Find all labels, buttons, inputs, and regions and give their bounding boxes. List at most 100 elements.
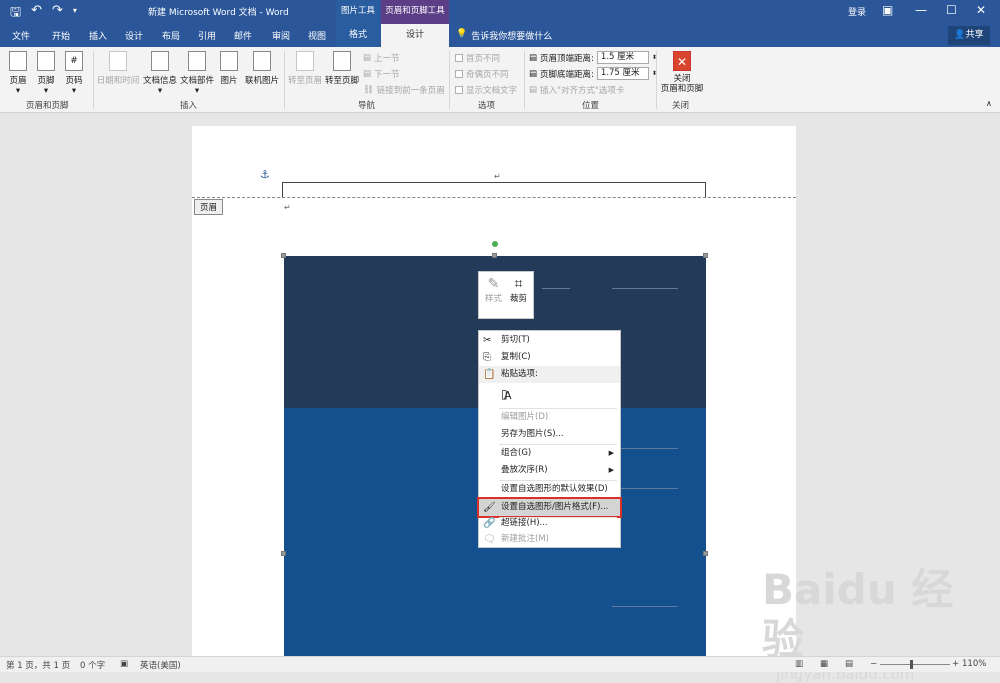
header-top-input[interactable]: 1.5 厘米 (596, 51, 649, 64)
picture-line (612, 606, 678, 607)
resize-handle[interactable] (703, 253, 708, 258)
menu-save-as-picture[interactable]: 另存为图片(S)... (479, 426, 620, 443)
watermark: Baidu 经验 jingyan.baidu.com (762, 565, 992, 683)
tab-view[interactable]: 视图 (308, 29, 326, 42)
tab-format[interactable]: 格式 (336, 24, 380, 47)
menu-cut-label: 剪切(T) (501, 335, 530, 345)
share-button[interactable]: 👤共享 (948, 26, 990, 45)
next-section-button[interactable]: ▤ 下一节 (363, 68, 400, 80)
resize-handle[interactable] (281, 253, 286, 258)
diff-first-checkbox[interactable]: 首页不同 (455, 52, 500, 64)
footer-label: 页脚 (37, 76, 55, 86)
date-time-label: 日期和时间 (96, 76, 140, 86)
document-page[interactable]: ⚓ ↵ 页眉 ↵ ✎ 样式 ⌗ 裁剪 ✂ 剪切(T) ⎘ 复制(C) 📋 粘贴选项: ▯ A… (192, 126, 796, 656)
collapse-ribbon-icon[interactable]: ∧ (986, 99, 992, 108)
menu-format-picture[interactable]: 🖌 设置自选图形/图片格式(F)... (477, 497, 622, 518)
online-picture-button[interactable]: 联机图片 (243, 51, 281, 86)
header-button[interactable]: 页眉 ▾ (6, 51, 30, 96)
style-button[interactable]: ✎ 样式 (485, 276, 502, 304)
copy-icon: ⎘ (483, 352, 491, 363)
tab-mailings[interactable]: 邮件 (234, 29, 252, 42)
prev-section-button[interactable]: ▤ 上一节 (363, 52, 400, 64)
crop-button[interactable]: ⌗ 裁剪 (510, 276, 527, 304)
menu-order[interactable]: 叠放次序(R) ▶ (479, 462, 620, 479)
menu-order-label: 叠放次序(R) (501, 465, 548, 475)
customize-qat-icon[interactable]: ▾ (73, 6, 77, 25)
quick-access-toolbar: 🖫 ↶ ↷ ▾ (10, 3, 77, 25)
tab-insert[interactable]: 插入 (89, 29, 107, 42)
menu-format-picture-label: 设置自选图形/图片格式(F)... (501, 502, 609, 512)
date-time-button[interactable]: 日期和时间 (96, 51, 140, 86)
footer-button[interactable]: 页脚 ▾ (34, 51, 58, 96)
menu-default-effect-label: 设置自选图形的默认效果(D) (501, 484, 608, 494)
login-link[interactable]: 登录 (848, 5, 866, 18)
insert-align-tab-button[interactable]: ▤ 插入"对齐方式"选项卡 (529, 84, 624, 96)
tab-references[interactable]: 引用 (198, 29, 216, 42)
page-count[interactable]: 第 1 页，共 1 页 (6, 659, 70, 671)
picture-button[interactable]: 图片 (219, 51, 239, 86)
goto-footer-button[interactable]: 转至页脚 (324, 51, 360, 86)
menu-hyperlink-label: 超链接(H)... (501, 518, 548, 528)
print-layout-icon[interactable]: ▦ (820, 659, 828, 669)
menu-copy-label: 复制(C) (501, 352, 531, 362)
ribbon-display-icon[interactable]: ▣ (882, 3, 893, 17)
web-layout-icon[interactable]: ▤ (845, 659, 853, 669)
menu-hyperlink[interactable]: 🔗 超链接(H)... (479, 515, 620, 532)
paragraph-mark: ↵ (494, 172, 501, 181)
tab-design-doc[interactable]: 设计 (125, 29, 143, 42)
menu-paste-picture[interactable]: ▯ A (479, 384, 620, 406)
zoom-in-icon[interactable]: + (952, 659, 959, 669)
footer-bottom-input[interactable]: 1.75 厘米 (596, 67, 649, 80)
status-bar: 第 1 页，共 1 页 0 个字 ▣ 英语(美国) ▥ ▦ ▤ − + 110% (0, 656, 1000, 672)
menu-edit-picture[interactable]: 编辑图片(D) (479, 409, 620, 426)
tab-review[interactable]: 审阅 (272, 29, 290, 42)
tab-hf-design[interactable]: 设计 (381, 24, 449, 47)
show-text-checkbox[interactable]: 显示文档文字 (455, 84, 517, 96)
menu-copy[interactable]: ⎘ 复制(C) (479, 349, 620, 366)
menu-set-default-effect[interactable]: 设置自选图形的默认效果(D) (479, 481, 620, 498)
zoom-slider-thumb[interactable] (910, 660, 913, 669)
rotate-handle[interactable] (492, 241, 498, 247)
doc-parts-button[interactable]: 文档部件 ▾ (179, 51, 215, 96)
maximize-icon[interactable]: ☐ (946, 3, 957, 17)
menu-edit-picture-label: 编辑图片(D) (501, 412, 549, 422)
resize-handle[interactable] (281, 551, 286, 556)
menu-new-comment[interactable]: 🗨 新建批注(M) (479, 531, 620, 548)
anchor-icon: ⚓ (260, 168, 270, 181)
header-content-box[interactable] (282, 182, 706, 198)
diff-odd-even-checkbox[interactable]: 奇偶页不同 (455, 68, 509, 80)
word-count[interactable]: 0 个字 (80, 659, 105, 671)
tell-me-box[interactable]: 💡 告诉我你想要做什么 (456, 29, 552, 42)
link-previous-button[interactable]: ⛓ 链接到前一条页眉 (363, 84, 445, 96)
undo-icon[interactable]: ↶ (31, 3, 42, 25)
minimize-icon[interactable]: — (915, 3, 927, 17)
proofing-icon[interactable]: ▣ (120, 659, 128, 669)
save-icon[interactable]: 🖫 (10, 3, 21, 25)
context-menu: ✂ 剪切(T) ⎘ 复制(C) 📋 粘贴选项: ▯ A 编辑图片(D) 另存为图片(S)… (477, 330, 622, 548)
resize-handle[interactable] (703, 551, 708, 556)
resize-handle[interactable] (492, 253, 497, 258)
redo-icon[interactable]: ↷ (52, 3, 63, 25)
tab-file[interactable]: 文件 (12, 29, 30, 42)
zoom-level[interactable]: 110% (962, 659, 986, 669)
menu-paste-options: 📋 粘贴选项: (479, 366, 620, 383)
page-number-button[interactable]: # 页码 ▾ (62, 51, 86, 96)
language[interactable]: 英语(美国) (140, 659, 181, 671)
close-hf-button[interactable]: ✕ 关闭 页眉和页脚 (658, 51, 706, 94)
tell-me-text: 告诉我你想要做什么 (471, 32, 553, 42)
tab-layout[interactable]: 布局 (162, 29, 180, 42)
close-icon[interactable]: ✕ (976, 3, 986, 17)
group-separator (524, 51, 525, 109)
close-hf-icon: ✕ (673, 51, 691, 71)
menu-cut[interactable]: ✂ 剪切(T) (479, 332, 620, 349)
zoom-slider[interactable] (880, 664, 950, 665)
tab-home[interactable]: 开始 (52, 29, 70, 42)
read-mode-icon[interactable]: ▥ (795, 659, 803, 669)
zoom-out-icon[interactable]: − (870, 659, 877, 669)
page-number-label: 页码 (65, 76, 83, 86)
close-hf-label: 关闭 页眉和页脚 (660, 74, 704, 94)
doc-info-button[interactable]: 文档信息 ▾ (141, 51, 179, 96)
menu-group[interactable]: 组合(G) ▶ (479, 445, 620, 462)
mini-toolbar: ✎ 样式 ⌗ 裁剪 (478, 271, 534, 319)
goto-header-button[interactable]: 转至页眉 (287, 51, 323, 86)
